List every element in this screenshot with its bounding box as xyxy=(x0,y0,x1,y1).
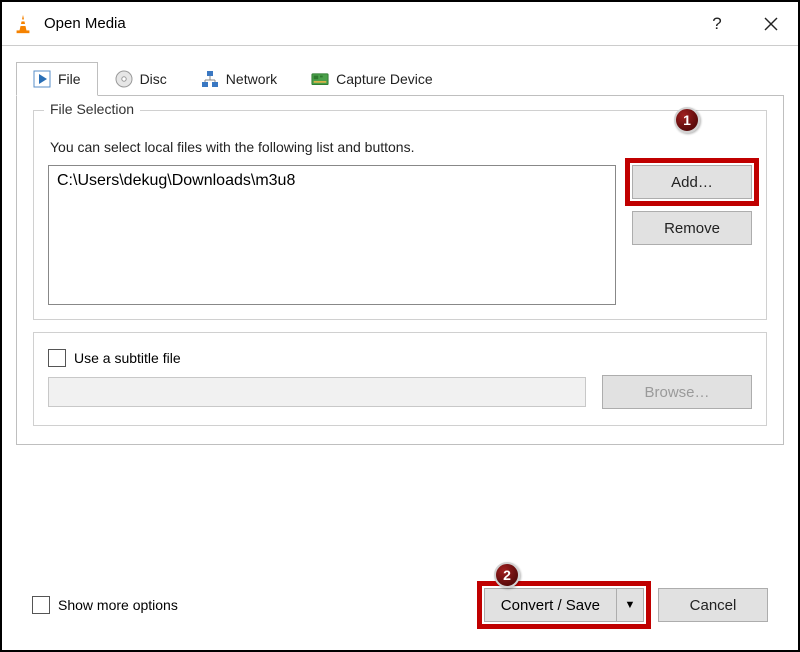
remove-button[interactable]: Remove xyxy=(632,211,752,245)
use-subtitle-label: Use a subtitle file xyxy=(74,350,181,366)
tab-label: Capture Device xyxy=(336,71,433,87)
capture-card-icon xyxy=(311,70,329,88)
help-button[interactable]: ? xyxy=(690,2,744,46)
button-label: Browse… xyxy=(644,384,709,401)
dialog-content: File Disc Network Capture Device xyxy=(2,46,798,650)
convert-save-label[interactable]: Convert / Save xyxy=(485,589,617,621)
disc-icon xyxy=(115,70,133,88)
source-tabs: File Disc Network Capture Device xyxy=(16,60,784,96)
convert-save-dropdown[interactable]: ▼ xyxy=(617,589,643,621)
window-title: Open Media xyxy=(44,15,126,32)
instruction-text: You can select local files with the foll… xyxy=(50,139,752,155)
network-icon xyxy=(201,70,219,88)
close-button[interactable] xyxy=(744,2,798,46)
convert-save-button[interactable]: Convert / Save ▼ xyxy=(484,588,644,622)
file-selection-group: File Selection You can select local file… xyxy=(33,110,767,320)
tab-disc[interactable]: Disc xyxy=(98,62,184,96)
tab-label: Network xyxy=(226,71,277,87)
show-more-options-label: Show more options xyxy=(58,597,178,613)
titlebar: Open Media ? xyxy=(2,2,798,46)
tab-network[interactable]: Network xyxy=(184,62,294,96)
annotation-badge-1: 1 xyxy=(674,107,700,133)
subtitle-group: Use a subtitle file Browse… xyxy=(33,332,767,426)
tab-label: Disc xyxy=(140,71,167,87)
annotation-badge-2: 2 xyxy=(494,562,520,588)
group-legend: File Selection xyxy=(44,101,140,117)
bottom-bar: Show more options 2 Convert / Save ▼ Can… xyxy=(16,582,784,644)
open-media-dialog: Open Media ? File Disc xyxy=(0,0,800,652)
button-label: Remove xyxy=(664,220,720,237)
cancel-button[interactable]: Cancel xyxy=(658,588,768,622)
vlc-cone-icon xyxy=(12,13,34,35)
use-subtitle-checkbox[interactable] xyxy=(48,349,66,367)
button-label: Cancel xyxy=(690,597,737,614)
subtitle-path-input xyxy=(48,377,586,407)
file-panel: File Selection You can select local file… xyxy=(16,95,784,445)
show-more-options-checkbox[interactable] xyxy=(32,596,50,614)
button-label: Add… xyxy=(671,174,713,191)
file-list[interactable]: C:\Users\dekug\Downloads\m3u8 xyxy=(48,165,616,305)
tab-capture-device[interactable]: Capture Device xyxy=(294,62,450,96)
tab-file[interactable]: File xyxy=(16,62,98,96)
browse-subtitle-button: Browse… xyxy=(602,375,752,409)
file-list-item[interactable]: C:\Users\dekug\Downloads\m3u8 xyxy=(57,172,607,190)
file-play-icon xyxy=(33,70,51,88)
add-button[interactable]: Add… xyxy=(632,165,752,199)
tab-label: File xyxy=(58,71,81,87)
